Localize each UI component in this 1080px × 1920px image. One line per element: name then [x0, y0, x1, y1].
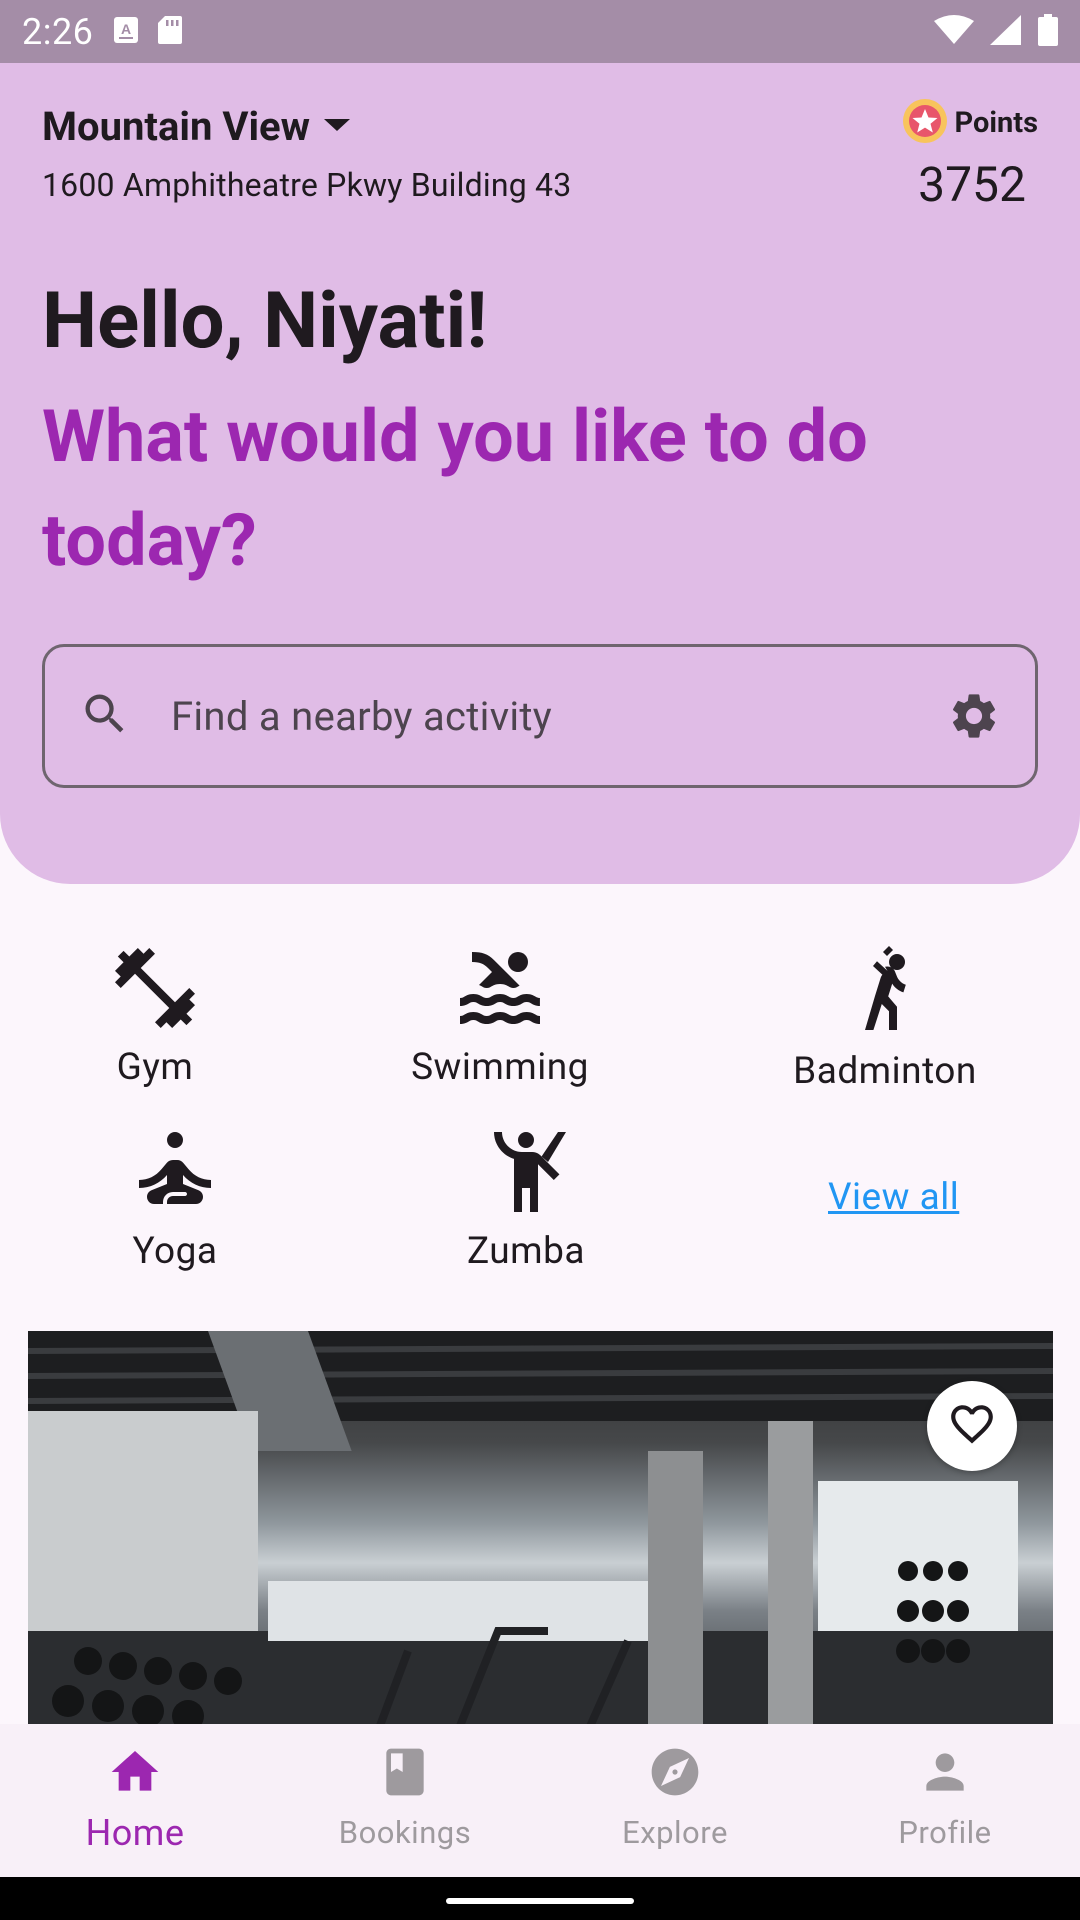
points-label: Points [954, 106, 1038, 140]
category-badminton[interactable]: Badminton [785, 940, 985, 1093]
points-widget[interactable]: Points 3752 [888, 98, 1038, 213]
bottom-navigation: Home Bookings Explore Profile [0, 1724, 1080, 1877]
compass-icon [647, 1744, 703, 1804]
meditation-icon [127, 1132, 223, 1224]
search-input[interactable]: Find a nearby activity [42, 644, 1038, 788]
location-city: Mountain View [42, 103, 311, 150]
category-gym[interactable]: Gym [90, 940, 220, 1089]
home-icon [107, 1744, 163, 1804]
heart-outline-icon [947, 1399, 997, 1453]
text-notification-icon: A [113, 16, 139, 48]
greeting-heading: Hello, Niyati! [42, 276, 488, 367]
view-all-link[interactable]: View all [828, 1176, 959, 1219]
status-bar: 2:26 A [0, 0, 1080, 63]
nav-label: Explore [622, 1814, 728, 1851]
nav-profile[interactable]: Profile [810, 1724, 1080, 1877]
category-yoga[interactable]: Yoga [110, 1124, 240, 1273]
cellular-signal-icon [990, 14, 1022, 49]
nav-bookings[interactable]: Bookings [270, 1724, 540, 1877]
category-label: Swimming [411, 1046, 589, 1089]
dumbbell-icon [107, 948, 203, 1040]
question-heading: What would you like to do today? [42, 394, 868, 583]
location-address: 1600 Amphitheatre Pkwy Building 43 [42, 166, 572, 204]
points-value: 3752 [918, 156, 1026, 213]
category-label: Yoga [132, 1230, 218, 1273]
badminton-player-icon [837, 946, 933, 1044]
dancer-icon [478, 1132, 574, 1224]
book-icon [377, 1744, 433, 1804]
swimmer-icon [452, 951, 548, 1040]
category-label: Zumba [466, 1230, 586, 1273]
dropdown-arrow-icon [322, 117, 352, 137]
search-placeholder: Find a nearby activity [171, 692, 553, 740]
status-time: 2:26 [22, 10, 94, 53]
wifi-icon [934, 14, 974, 49]
person-icon [917, 1744, 973, 1804]
category-label: Gym [116, 1046, 194, 1089]
nav-explore[interactable]: Explore [540, 1724, 810, 1877]
search-icon [79, 688, 131, 744]
nav-label: Bookings [338, 1814, 472, 1851]
nav-label: Profile [898, 1814, 992, 1851]
category-label: Badminton [793, 1050, 977, 1093]
featured-gym-image[interactable] [28, 1331, 1053, 1731]
gesture-handle[interactable] [446, 1898, 634, 1904]
nav-label: Home [85, 1812, 185, 1854]
location-selector[interactable]: Mountain View [42, 103, 352, 150]
favorite-button[interactable] [927, 1381, 1017, 1471]
settings-gear-icon[interactable] [947, 689, 1001, 743]
battery-icon [1038, 13, 1058, 50]
category-zumba[interactable]: Zumba [456, 1124, 596, 1273]
star-badge-icon [902, 98, 948, 148]
nav-home[interactable]: Home [0, 1724, 270, 1877]
sd-card-icon [157, 15, 183, 49]
category-swimming[interactable]: Swimming [400, 940, 600, 1089]
svg-text:A: A [121, 21, 131, 37]
